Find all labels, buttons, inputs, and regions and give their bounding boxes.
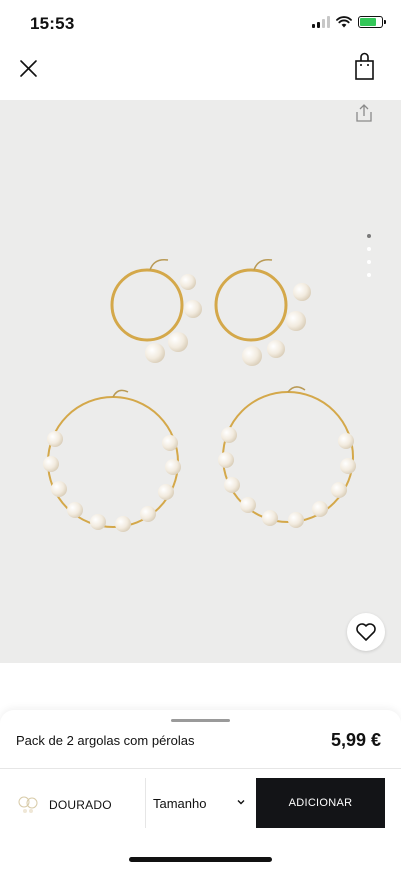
signal-icon [312,16,330,28]
purchase-actions: DOURADO Tamanho ADICIONAR [0,778,401,830]
shopping-bag-icon [355,52,374,80]
sheet-grabber[interactable] [171,719,230,722]
product-image-gallery[interactable] [0,100,401,663]
add-to-cart-button[interactable]: ADICIONAR [256,778,385,828]
wishlist-button[interactable] [347,613,385,651]
heart-icon [356,623,376,641]
close-button[interactable] [14,52,44,82]
pager-dot[interactable] [367,260,371,264]
nav-bar [0,46,401,100]
size-select[interactable]: Tamanho [146,778,256,828]
divider [0,768,401,769]
status-bar: 15:53 [0,0,401,46]
battery-icon [358,16,386,28]
wifi-icon [336,16,352,28]
product-price: 5,99 € [330,730,381,750]
pager-dot[interactable] [367,273,371,277]
size-label: Tamanho [153,796,207,811]
pager-dot[interactable] [367,234,371,238]
shopping-bag-button[interactable] [351,50,379,82]
color-label[interactable]: DOURADO [49,798,112,812]
product-photo-earrings [43,258,356,532]
status-icons [312,16,386,28]
product-name: Pack de 2 argolas com pérolas [16,733,195,748]
status-time: 15:53 [30,14,75,33]
pager-dot[interactable] [367,247,371,251]
home-indicator [129,857,272,862]
share-button[interactable] [353,102,375,124]
product-bottom-sheet: Pack de 2 argolas com pérolas 5,99 € DOU… [0,710,401,870]
share-icon [356,104,372,122]
image-pager[interactable] [367,234,371,277]
earring-color-swatch-icon[interactable] [16,794,40,818]
close-icon [20,60,37,77]
chevron-down-icon [237,800,245,805]
